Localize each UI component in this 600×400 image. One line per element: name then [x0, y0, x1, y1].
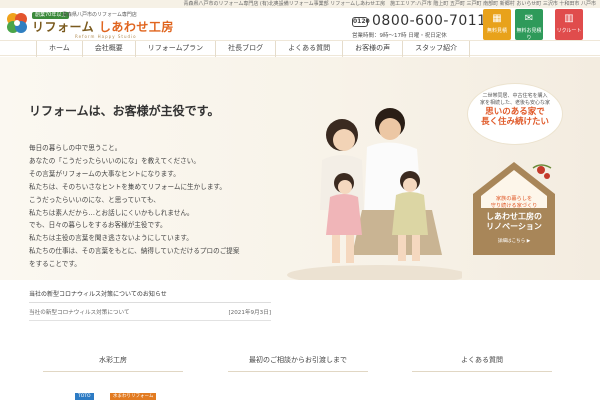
renovation-sub-line: 家族の暮らしを — [495, 196, 533, 202]
nav-item-home[interactable]: ホーム — [36, 41, 83, 57]
news-item[interactable]: 当社の新型コロナウィルス対策について [2021年9月3日] — [29, 303, 271, 321]
logo-english: Reform Happy Studio — [75, 34, 137, 39]
nav-item-voices[interactable]: お客様の声 — [343, 41, 404, 57]
section-title: 水彩工房 — [99, 356, 127, 364]
section-divider — [412, 371, 552, 372]
section-title: よくある質問 — [461, 356, 503, 364]
mail-icon: ✉ — [524, 13, 534, 24]
freedial-icon: 0120 — [352, 17, 370, 27]
hero-line: こうだったらいいのにな、と思っていても、 — [29, 195, 160, 204]
top-info-text: 青森県八戸市のリフォーム専門店 (有)北奥設備リフォーム事業部 リフォームしあわ… — [183, 1, 596, 7]
business-hours: 営業時間：9時〜17時 日曜・祝日定休 — [352, 33, 447, 39]
section-process[interactable]: 最初のご相談からお引渡しまで — [218, 355, 378, 372]
hero-line: をすることです。 — [29, 260, 81, 269]
site-header: 創業70年以上 青森県八戸市のリフォーム専門店 リフォーム しあわせ工房 Ref… — [0, 8, 600, 41]
hero-callout: 二世帯同居、中古住宅を購入 家を相続した、老後も安心な家 思いのある家で 長く住… — [468, 84, 562, 144]
hero-line: 私たちは主役の言葉を聞き逃さないようにしています。 — [29, 234, 193, 243]
news-title[interactable]: 当社の新型コロナウィルス対策についてのお知らせ — [29, 287, 271, 303]
renovation-card[interactable]: 家族の暮らしを 守り続ける家づくり しあわせ工房の リノベーション 詳細はこちら… — [471, 160, 557, 257]
family-photo — [287, 108, 462, 280]
logo-accent: しあわせ工房 — [98, 20, 174, 34]
hero-line: 毎日の暮らしの中で思うこと。 — [29, 144, 122, 152]
news-box: 当社の新型コロナウィルス対策についてのお知らせ 当社の新型コロナウィルス対策につ… — [29, 287, 271, 321]
estimate-button[interactable]: ▦ 無料見積 — [483, 9, 511, 40]
section-faq[interactable]: よくある質問 — [402, 355, 562, 372]
callout-small: 家を相続した、老後も安心な家 — [479, 100, 550, 106]
nav-item-company[interactable]: 会社概要 — [83, 41, 136, 57]
calculator-icon: ▦ — [492, 13, 502, 24]
quote-button[interactable]: ✉ 無料お見積り — [515, 9, 543, 41]
hero-line: 私たちは素人だから…とお話しにくいかもしれません。 — [29, 208, 194, 217]
hero-line: 私たちの仕事は、その言葉をもとに、納得していただけるプロのご提案 — [29, 247, 240, 256]
section-suisai[interactable]: 水彩工房 — [33, 355, 193, 372]
hero-line: あなたの「こうだったらいいのにな」を教えてください。 — [29, 156, 200, 165]
section-divider — [228, 371, 368, 372]
estimate-label: 無料見積 — [486, 28, 507, 34]
section-divider — [43, 371, 183, 372]
logo-prefix: リフォーム — [32, 20, 99, 34]
water-reform-banner[interactable]: 水まわりリフォーム — [110, 393, 157, 400]
nav-item-faq[interactable]: よくある質問 — [276, 41, 344, 57]
top-info-bar: 青森県八戸市のリフォーム専門店 (有)北奥設備リフォーム事業部 リフォームしあわ… — [0, 0, 600, 8]
nav-item-blog[interactable]: 社長ブログ — [216, 41, 277, 57]
news-item-date: [2021年9月3日] — [228, 310, 272, 316]
callout-small: 二世帯同居、中古住宅を購入 — [482, 93, 548, 99]
feature-sections: 水彩工房 最初のご相談からお引渡しまで よくある質問 TOTO 水まわりリフォー… — [0, 355, 600, 400]
recruit-label: リクルート — [556, 28, 582, 34]
toto-banner[interactable]: TOTO — [75, 393, 94, 400]
section-title: 最初のご相談からお引渡しまで — [249, 356, 347, 364]
renovation-sub-line: 守り続ける家づくり — [490, 203, 538, 209]
renovation-title-line: リノベーション — [486, 222, 542, 231]
recruit-button[interactable]: ▥ リクルート — [555, 9, 583, 40]
news-item-text[interactable]: 当社の新型コロナウィルス対策について — [29, 308, 130, 316]
nav-item-plans[interactable]: リフォームプラン — [136, 41, 217, 57]
hero-line: でも、日々の暮らしをするお客様が主役です。 — [29, 221, 167, 230]
renovation-subtitle: 家族の暮らしを 守り続ける家づくり — [471, 196, 557, 210]
building-icon: ▥ — [564, 13, 574, 24]
hero-title: リフォームは、お客様が主役です。 — [29, 104, 220, 118]
renovation-title: しあわせ工房の リノベーション — [471, 212, 557, 232]
renovation-more-link[interactable]: 詳細はこちら ▶ — [471, 238, 557, 244]
hero-message: 毎日の暮らしの中で思うこと。 あなたの「こうだったらいいのにな」を教えてください… — [29, 142, 289, 271]
phone-number[interactable]: 0800-600-7011 — [372, 12, 487, 30]
hero-line: その言葉がリフォームの大事なヒントになります。 — [29, 169, 180, 178]
site-logo[interactable]: リフォーム しあわせ工房 — [32, 20, 174, 34]
clover-logo-icon[interactable] — [6, 12, 28, 34]
logo-tagline: 青森県八戸市のリフォーム専門店 — [62, 12, 137, 18]
hero-line: 私たちは、そのちいさなヒントを集めてリフォームに生かします。 — [29, 182, 226, 191]
callout-big: 思いのある家で — [485, 107, 545, 117]
hero-section: リフォームは、お客様が主役です。 毎日の暮らしの中で思うこと。 あなたの「こうだ… — [0, 57, 600, 280]
renovation-title-line: しあわせ工房の — [486, 212, 542, 221]
callout-big: 長く住み続けたい — [480, 117, 549, 127]
nav-item-staff[interactable]: スタッフ紹介 — [403, 41, 471, 57]
main-nav: ホーム 会社概要 リフォームプラン 社長ブログ よくある質問 お客様の声 スタッ… — [0, 40, 600, 57]
